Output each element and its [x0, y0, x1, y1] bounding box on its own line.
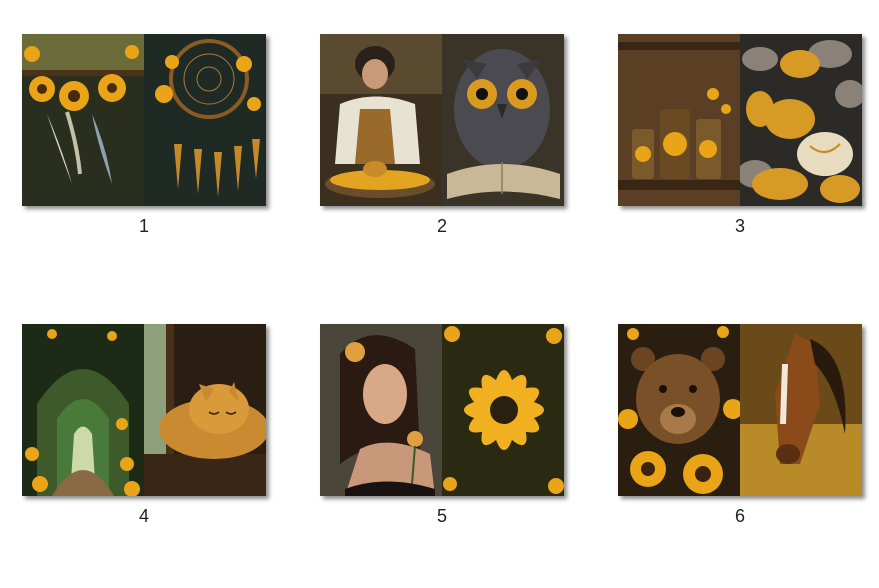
woman-with-rose-icon: [320, 324, 442, 496]
thumbnail-3[interactable]: [618, 34, 862, 206]
thumbnail-caption-3: 3: [734, 216, 745, 236]
owl-book-icon: [442, 34, 564, 206]
thumbnail-2[interactable]: [320, 34, 564, 206]
sunflower-dreamcatcher-feathers-icon: [22, 34, 144, 206]
thumbnail-caption-1: 1: [138, 216, 149, 236]
thumbnail-caption-5: 5: [436, 506, 447, 526]
sunflower-garden-arch-icon: [22, 324, 144, 496]
sunflower-jars-shelf-icon: [618, 34, 740, 206]
woman-potter-icon: [320, 34, 442, 206]
thumbnail-5[interactable]: [320, 324, 564, 496]
thumbnail-6[interactable]: [618, 324, 862, 496]
thumbnail-1[interactable]: [22, 34, 266, 206]
bear-sunflowers-icon: [618, 324, 740, 496]
thumbnail-caption-2: 2: [436, 216, 447, 236]
sleeping-cat-window-icon: [144, 324, 266, 496]
golden-stones-icon: [740, 34, 862, 206]
dreamcatcher-sunflowers-icon: [144, 34, 266, 206]
horse-golden-field-icon: [740, 324, 862, 496]
thumbnail-caption-4: 4: [138, 506, 149, 526]
thumbnail-4[interactable]: [22, 324, 266, 496]
thumbnail-caption-6: 6: [734, 506, 745, 526]
yellow-flower-closeup-icon: [442, 324, 564, 496]
